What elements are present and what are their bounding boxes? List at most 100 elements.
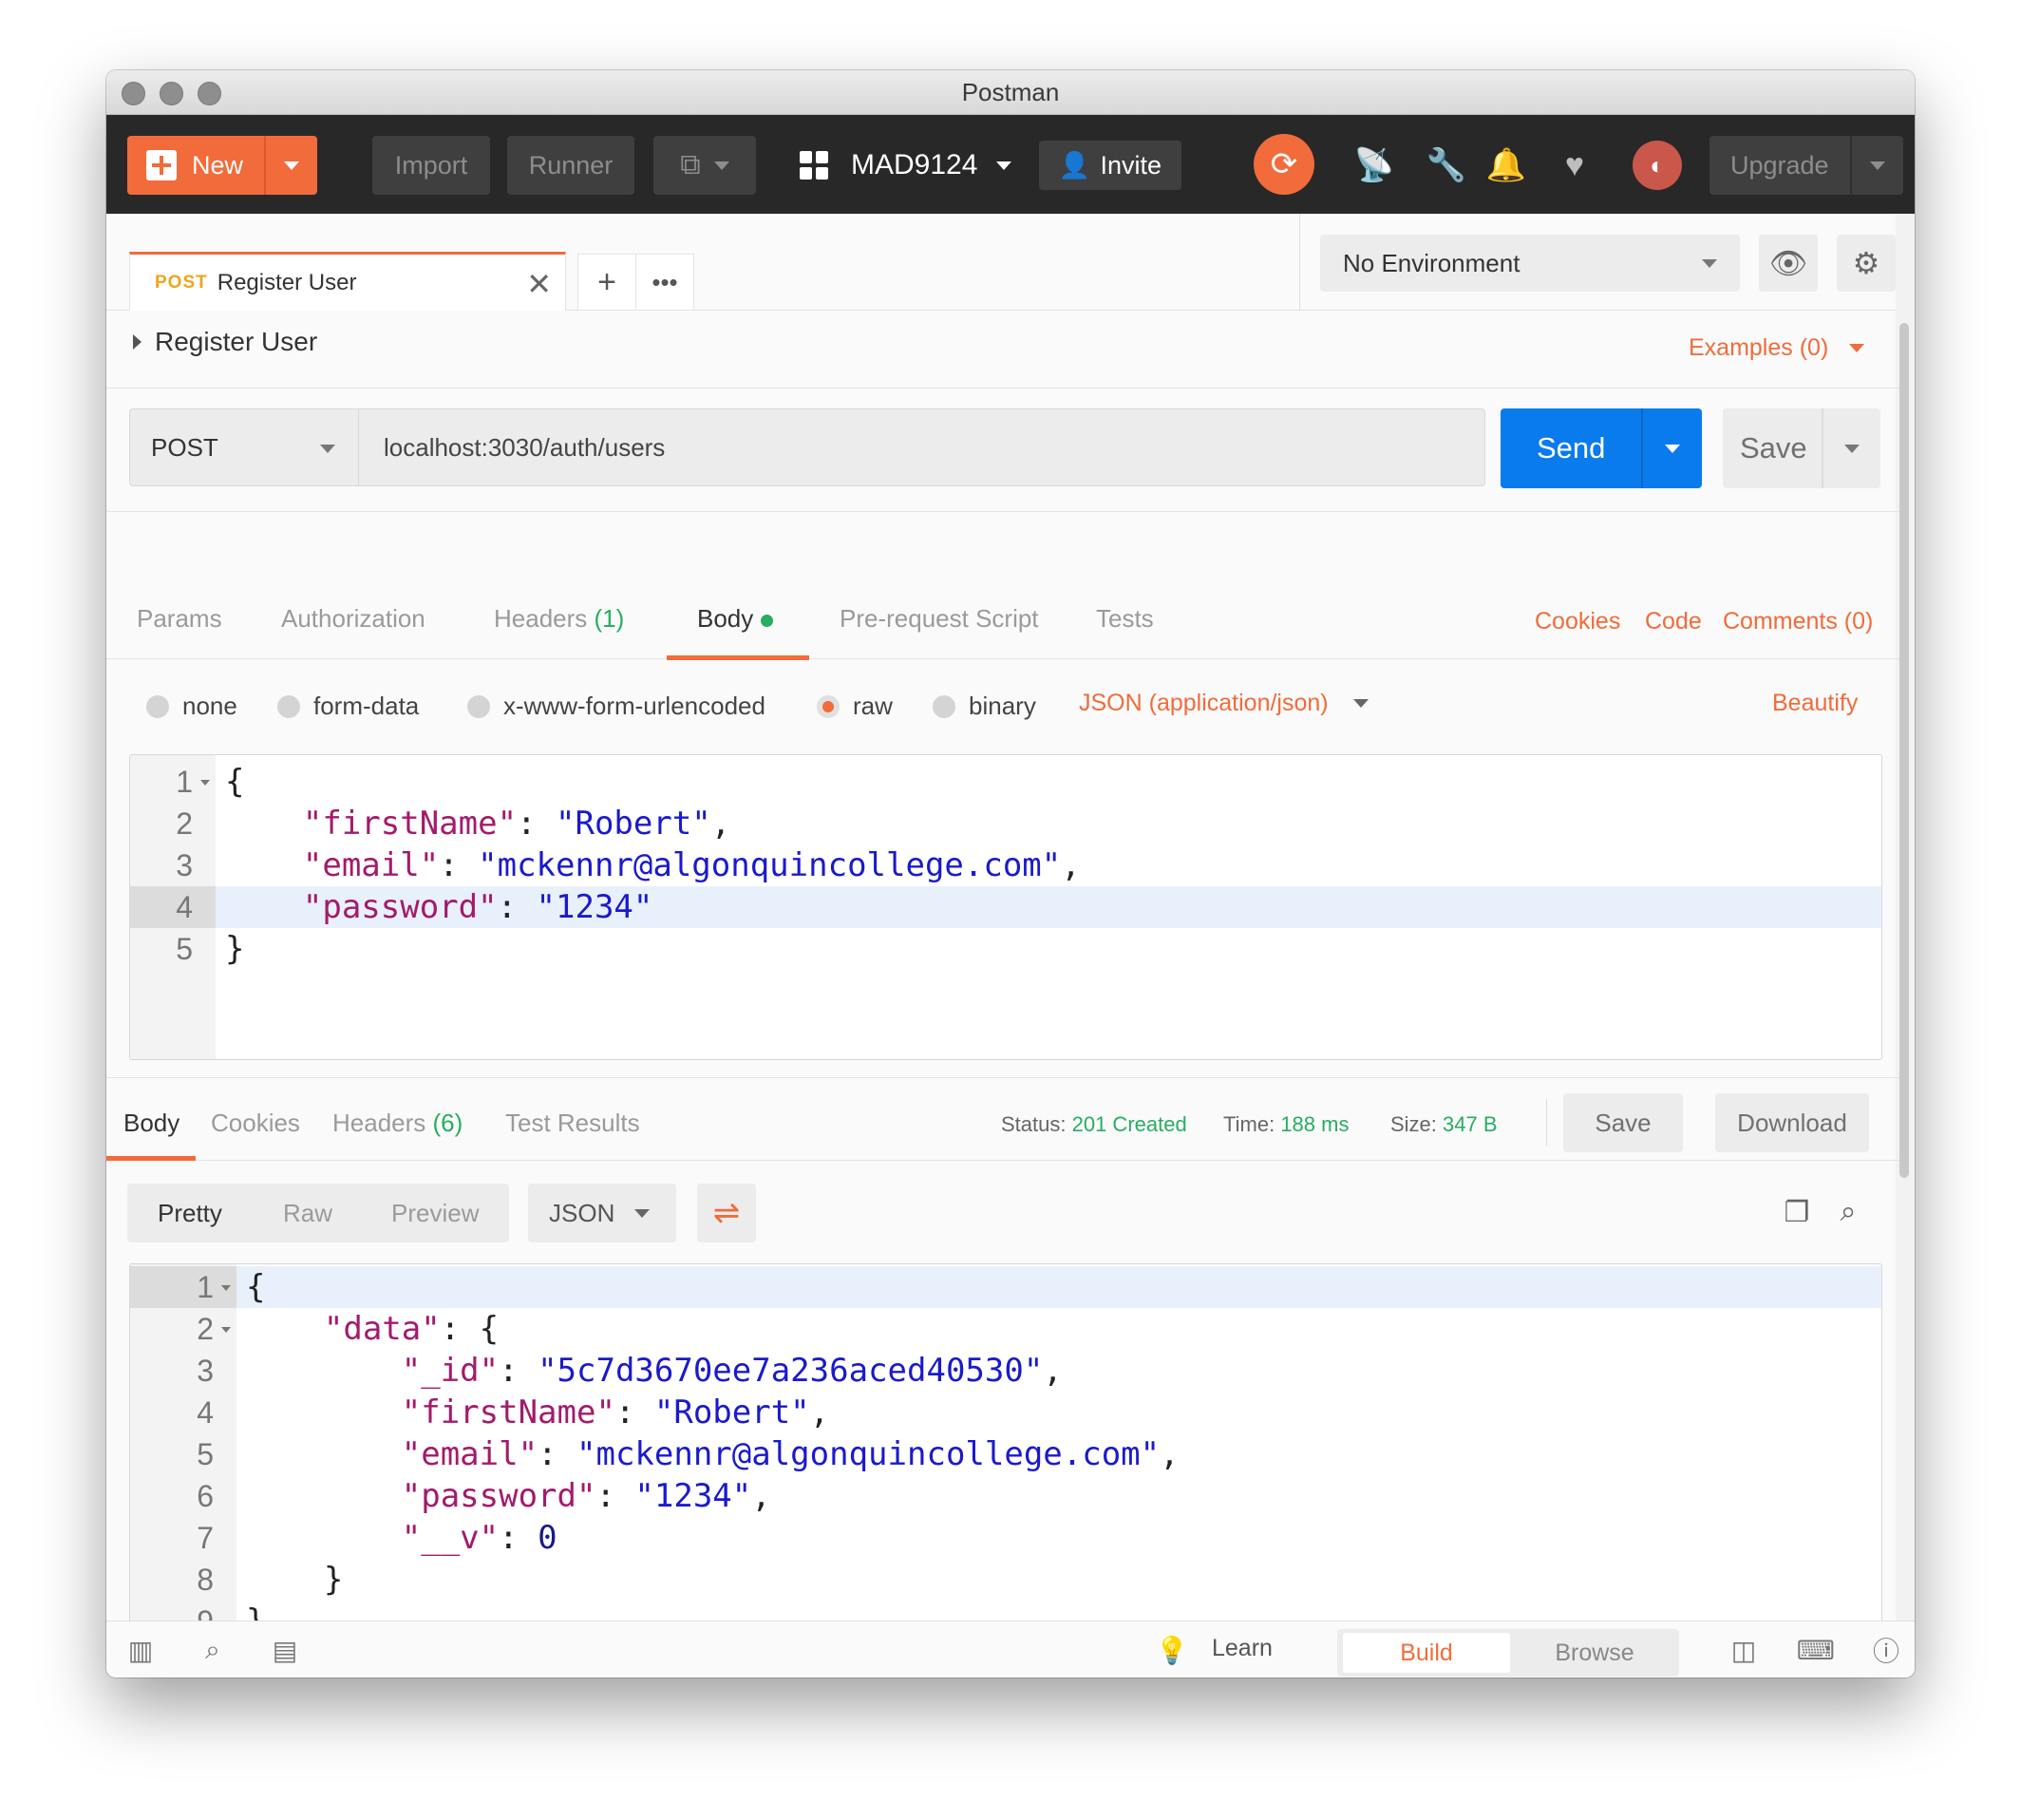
send-button[interactable]: Send bbox=[1501, 408, 1702, 488]
response-view-mode: Pretty Raw Preview bbox=[127, 1184, 509, 1242]
view-raw[interactable]: Raw bbox=[283, 1199, 332, 1228]
send-dropdown-button[interactable] bbox=[1641, 408, 1702, 488]
learn-link[interactable]: Learn bbox=[1212, 1635, 1273, 1662]
radio-raw-label: raw bbox=[853, 692, 893, 720]
tab-body-label: Body bbox=[697, 604, 754, 633]
code-link[interactable]: Code bbox=[1645, 608, 1702, 635]
keyboard-icon[interactable]: ⌨ bbox=[1797, 1633, 1835, 1667]
request-body-editor[interactable]: 1{ 2 "firstName": "Robert", 3 "email": "… bbox=[129, 754, 1882, 1060]
tab-prerequest-script[interactable]: Pre-request Script bbox=[840, 604, 1039, 634]
request-title[interactable]: Register User bbox=[133, 327, 317, 357]
build-mode-button[interactable]: Build bbox=[1343, 1633, 1510, 1673]
tab-params[interactable]: Params bbox=[137, 604, 222, 634]
close-window-button[interactable] bbox=[122, 82, 145, 105]
two-pane-view-icon[interactable]: ◫ bbox=[1727, 1633, 1761, 1667]
save-response-button[interactable]: Save bbox=[1563, 1093, 1683, 1152]
fold-icon[interactable] bbox=[200, 780, 210, 786]
heart-icon[interactable]: ♥ bbox=[1553, 143, 1596, 187]
zoom-window-button[interactable] bbox=[198, 82, 221, 105]
response-body-viewer[interactable]: 1{ 2 "data": { 3 "_id": "5c7d3670ee7a236… bbox=[129, 1263, 1882, 1624]
code-text: "password": "1234", bbox=[401, 1477, 771, 1515]
console-icon[interactable]: ▤ bbox=[268, 1633, 302, 1667]
browse-mode-button[interactable]: Browse bbox=[1516, 1633, 1673, 1673]
avatar[interactable]: ◐ bbox=[1633, 141, 1682, 190]
search-icon[interactable]: ⌕ bbox=[1831, 1195, 1865, 1229]
new-window-icon: ⧉ bbox=[680, 149, 701, 180]
eye-icon[interactable]: 👁 bbox=[1759, 235, 1818, 292]
copy-icon[interactable]: ❐ bbox=[1780, 1195, 1814, 1229]
tab-test-results[interactable]: Test Results bbox=[505, 1109, 640, 1138]
code-line: 3 "_id": "5c7d3670ee7a236aced40530", bbox=[130, 1350, 1881, 1392]
response-format-select[interactable]: JSON bbox=[528, 1184, 676, 1242]
radio-urlencoded[interactable]: x-www-form-urlencoded bbox=[467, 692, 765, 721]
request-tab[interactable]: POST Register User ✕ bbox=[129, 252, 566, 311]
status-label: Status: bbox=[1001, 1112, 1067, 1136]
new-button[interactable]: New bbox=[127, 136, 317, 195]
save-dropdown-button[interactable] bbox=[1822, 408, 1880, 488]
new-window-button[interactable]: ⧉ bbox=[653, 136, 756, 195]
new-dropdown-button[interactable] bbox=[264, 136, 317, 195]
app-header: New Import Runner ⧉ MAD9124 👤 Invite ⟳ 📡… bbox=[106, 115, 1915, 214]
tab-body[interactable]: Body bbox=[697, 604, 774, 634]
view-preview[interactable]: Preview bbox=[391, 1199, 479, 1228]
radio-binary[interactable]: binary bbox=[933, 692, 1036, 721]
caret-down-icon bbox=[1849, 344, 1865, 352]
size-value: 347 B bbox=[1443, 1112, 1498, 1136]
caret-down-icon bbox=[284, 161, 299, 170]
workspace-selector[interactable]: MAD9124 bbox=[800, 136, 1012, 195]
close-icon[interactable]: ✕ bbox=[526, 266, 552, 302]
divider bbox=[1546, 1099, 1547, 1147]
runner-button[interactable]: Runner bbox=[507, 136, 634, 195]
help-icon[interactable]: ⓘ bbox=[1869, 1633, 1903, 1667]
line-number: 4 bbox=[197, 1394, 214, 1430]
line-number: 2 bbox=[130, 1308, 236, 1350]
caret-down-icon bbox=[1352, 699, 1369, 708]
download-button[interactable]: Download bbox=[1715, 1093, 1869, 1152]
minimize-window-button[interactable] bbox=[160, 82, 183, 105]
caret-down-icon bbox=[1844, 444, 1860, 453]
radio-form-data[interactable]: form-data bbox=[277, 692, 419, 721]
import-button[interactable]: Import bbox=[372, 136, 490, 195]
fold-icon[interactable] bbox=[221, 1285, 231, 1291]
sync-icon[interactable]: ⟳ bbox=[1254, 134, 1314, 195]
more-tabs-button[interactable]: ••• bbox=[635, 254, 694, 311]
comments-link[interactable]: Comments (0) bbox=[1723, 608, 1873, 635]
radio-selected-icon bbox=[817, 694, 840, 718]
caret-down-icon bbox=[713, 161, 729, 170]
response-tabs: Body Cookies Headers (6) Test Results St… bbox=[106, 1077, 1899, 1161]
upgrade-button[interactable]: Upgrade bbox=[1709, 136, 1903, 195]
method-select[interactable]: POST bbox=[129, 408, 359, 486]
wrap-lines-icon[interactable]: ⇌ bbox=[697, 1184, 756, 1242]
beautify-link[interactable]: Beautify bbox=[1772, 690, 1858, 717]
divider bbox=[106, 388, 1899, 389]
content-type-select[interactable]: JSON (application/json) bbox=[1079, 690, 1369, 717]
bell-icon[interactable]: 🔔 bbox=[1484, 143, 1528, 187]
new-button-label: New bbox=[192, 150, 244, 180]
radio-raw[interactable]: raw bbox=[817, 692, 893, 721]
tab-response-body[interactable]: Body bbox=[123, 1109, 179, 1138]
expand-icon bbox=[133, 334, 142, 350]
tab-response-headers[interactable]: Headers (6) bbox=[332, 1109, 463, 1138]
radio-none[interactable]: none bbox=[146, 692, 237, 721]
environment-select[interactable]: No Environment bbox=[1320, 235, 1740, 292]
wrench-icon[interactable]: 🔧 bbox=[1425, 143, 1468, 187]
code-line: 7 "__v": 0 bbox=[130, 1517, 1881, 1559]
tab-response-cookies[interactable]: Cookies bbox=[211, 1109, 300, 1138]
tab-authorization[interactable]: Authorization bbox=[281, 604, 425, 634]
view-pretty[interactable]: Pretty bbox=[158, 1199, 222, 1228]
examples-link[interactable]: Examples (0) bbox=[1689, 334, 1865, 362]
sidebar-toggle-icon[interactable]: ▥ bbox=[123, 1633, 158, 1667]
find-icon[interactable]: ⌕ bbox=[196, 1633, 230, 1667]
invite-button[interactable]: 👤 Invite bbox=[1039, 141, 1181, 190]
cookies-link[interactable]: Cookies bbox=[1535, 608, 1620, 635]
tab-headers[interactable]: Headers (1) bbox=[494, 604, 624, 634]
fold-icon[interactable] bbox=[221, 1327, 231, 1333]
satellite-icon[interactable]: 📡 bbox=[1352, 143, 1396, 187]
url-input[interactable]: localhost:3030/auth/users bbox=[359, 408, 1485, 486]
upgrade-dropdown-button[interactable] bbox=[1850, 136, 1903, 195]
save-button[interactable]: Save bbox=[1723, 408, 1880, 488]
gear-icon[interactable]: ⚙ bbox=[1837, 235, 1896, 292]
scrollbar[interactable] bbox=[1899, 323, 1909, 1178]
tab-tests[interactable]: Tests bbox=[1096, 604, 1154, 634]
add-tab-button[interactable]: + bbox=[577, 254, 636, 311]
